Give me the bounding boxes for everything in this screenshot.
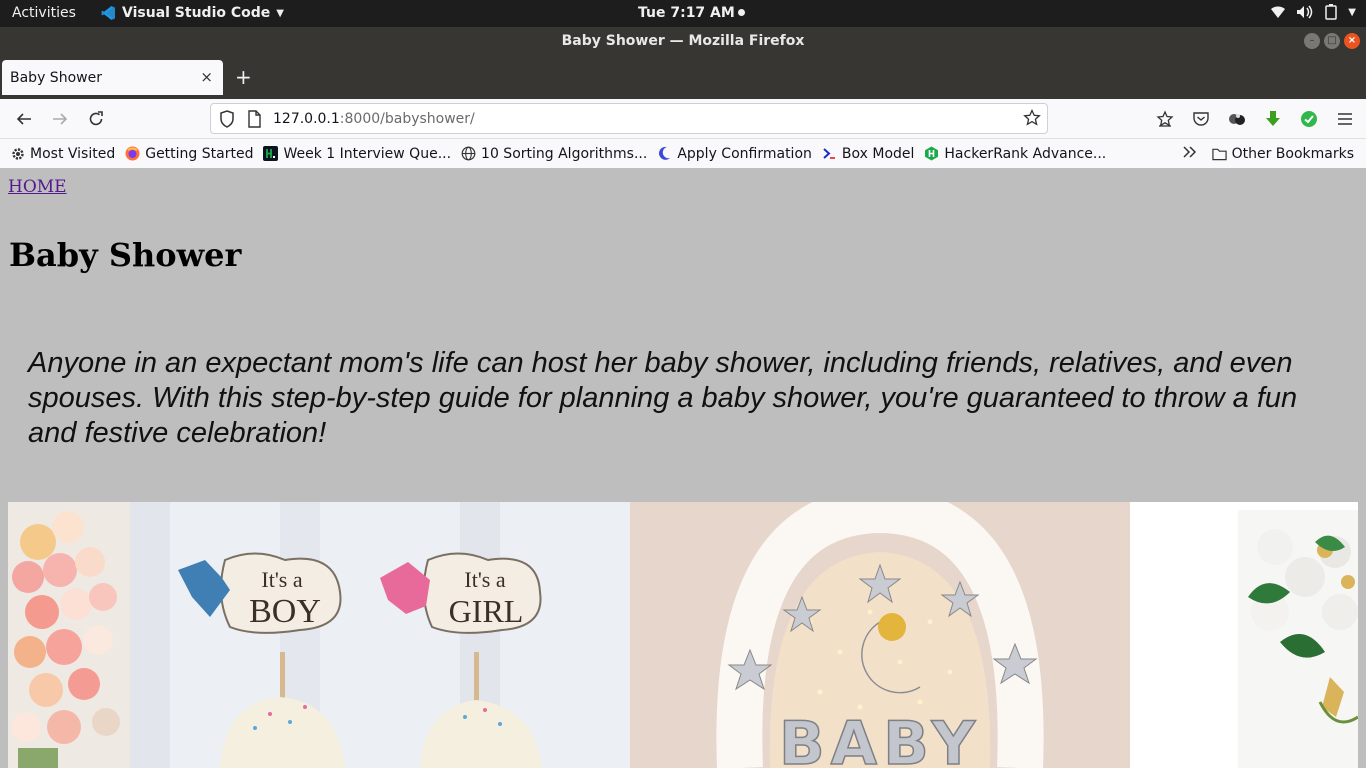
- window-controls: – □ ×: [1304, 33, 1360, 49]
- window-title-bar: Baby Shower — Mozilla Firefox – □ ×: [0, 27, 1366, 55]
- bookmark-star-icon[interactable]: [1023, 108, 1041, 131]
- bookmark-label: Apply Confirmation: [677, 145, 812, 162]
- close-window-button[interactable]: ×: [1344, 33, 1360, 49]
- bookmark-label: Week 1 Interview Que...: [283, 145, 452, 162]
- bookmark-hackerrank-advanced[interactable]: HackerRank Advance...: [924, 146, 1106, 162]
- extension-circles-icon[interactable]: [1226, 108, 1248, 130]
- url-path: :8000/babyshower/: [339, 111, 475, 127]
- window-title: Baby Shower — Mozilla Firefox: [561, 33, 805, 49]
- page-title: Baby Shower: [9, 236, 242, 274]
- tracking-protection-shield-icon[interactable]: [219, 110, 235, 132]
- vscode-icon: [101, 6, 115, 20]
- boy-topper-line1: It's a: [261, 567, 302, 592]
- tab-close-icon[interactable]: ×: [200, 68, 213, 86]
- system-tray[interactable]: ▼: [1270, 4, 1356, 20]
- toolbar-right-icons: [1154, 108, 1356, 130]
- moon-icon: [657, 146, 672, 161]
- forward-arrow-icon: [53, 113, 68, 125]
- bookmarks-right: Other Bookmarks: [1182, 145, 1354, 163]
- wifi-icon[interactable]: [1270, 5, 1286, 19]
- gear-icon: [10, 146, 25, 161]
- other-bookmarks-folder[interactable]: Other Bookmarks: [1211, 146, 1354, 162]
- bookmark-label: Box Model: [841, 145, 915, 162]
- url-text[interactable]: 127.0.0.1:8000/babyshower/: [273, 111, 475, 127]
- girl-topper-line1: It's a: [464, 567, 505, 592]
- back-button[interactable]: [13, 108, 35, 130]
- tab-label: Baby Shower: [10, 70, 102, 86]
- app-menu-label: Visual Studio Code: [122, 5, 271, 21]
- url-host: 127.0.0.1: [273, 111, 340, 127]
- bookmark-label: Most Visited: [30, 145, 116, 162]
- hamburger-menu-icon[interactable]: [1334, 108, 1356, 130]
- chevron-down-icon: ▼: [276, 7, 284, 19]
- terminal-icon: [822, 146, 837, 161]
- cupcakes-image: It's a BOY It's a GIRL: [130, 502, 630, 768]
- notification-dot-icon: [737, 9, 745, 16]
- new-tab-button[interactable]: +: [235, 65, 252, 89]
- reload-button[interactable]: [85, 108, 107, 130]
- hackerrank-dark-icon: [263, 146, 279, 161]
- bookmark-box-model[interactable]: Box Model: [822, 145, 915, 162]
- back-arrow-icon: [16, 113, 31, 125]
- firefox-icon: [125, 146, 140, 161]
- maximize-button[interactable]: □: [1324, 33, 1340, 49]
- extension-check-icon[interactable]: [1298, 108, 1320, 130]
- image-gallery: It's a BOY It's a GIRL BABY: [8, 502, 1358, 768]
- url-bar[interactable]: 127.0.0.1:8000/babyshower/: [210, 103, 1048, 134]
- more-bookmarks-chevron-icon[interactable]: [1182, 145, 1198, 163]
- app-menu[interactable]: Visual Studio Code ▼: [100, 5, 284, 21]
- bookmark-label: HackerRank Advance...: [944, 145, 1107, 162]
- navigation-toolbar: 127.0.0.1:8000/babyshower/: [0, 99, 1366, 139]
- globe-icon: [461, 146, 476, 161]
- bookmark-sorting-algorithms[interactable]: 10 Sorting Algorithms...: [461, 146, 647, 162]
- bookmark-getting-started[interactable]: Getting Started: [125, 146, 253, 162]
- hackerrank-green-icon: [924, 146, 939, 161]
- baby-balloon-letters: BABY: [779, 709, 981, 768]
- home-link[interactable]: HOME: [8, 177, 67, 197]
- bookmark-apply-confirmation[interactable]: Apply Confirmation: [657, 146, 812, 162]
- reload-icon: [89, 111, 103, 126]
- forward-button[interactable]: [49, 108, 71, 130]
- clock[interactable]: Tue 7:17 AM: [638, 5, 745, 21]
- tab-baby-shower[interactable]: Baby Shower ×: [2, 60, 223, 95]
- balloons-image: [8, 502, 130, 768]
- save-to-pocket-list-icon[interactable]: [1154, 108, 1176, 130]
- page-info-icon[interactable]: [247, 110, 261, 132]
- folder-icon: [1211, 147, 1227, 162]
- system-top-bar: Activities Visual Studio Code ▼ Tue 7:17…: [0, 0, 1366, 27]
- activities-button[interactable]: Activities: [12, 5, 76, 21]
- other-bookmarks-label: Other Bookmarks: [1231, 146, 1354, 162]
- minimize-button[interactable]: –: [1304, 33, 1320, 49]
- page-content: HOME Baby Shower Anyone in an expectant …: [0, 168, 1366, 768]
- bookmark-label: Getting Started: [145, 145, 254, 162]
- bookmark-most-visited[interactable]: Most Visited: [10, 146, 115, 162]
- battery-icon[interactable]: [1324, 4, 1338, 20]
- download-icon[interactable]: [1262, 108, 1284, 130]
- bookmark-label: 10 Sorting Algorithms...: [481, 145, 648, 162]
- pocket-icon[interactable]: [1190, 108, 1212, 130]
- volume-icon[interactable]: [1296, 5, 1314, 19]
- clock-label: Tue 7:17 AM: [638, 5, 735, 21]
- balloon-arch-image: BABY: [630, 502, 1130, 768]
- boy-topper-line2: BOY: [249, 593, 321, 630]
- bookmarks-toolbar: Most Visited Getting Started Week 1 Inte…: [0, 139, 1366, 168]
- system-menu-chevron-icon[interactable]: ▼: [1348, 7, 1356, 18]
- greenery-balloons-image: [1130, 502, 1358, 768]
- tab-strip: Baby Shower × +: [0, 55, 1366, 99]
- girl-topper-line2: GIRL: [449, 593, 524, 629]
- intro-paragraph: Anyone in an expectant mom's life can ho…: [28, 347, 1298, 449]
- bookmark-week1-interview[interactable]: Week 1 Interview Que...: [263, 146, 451, 162]
